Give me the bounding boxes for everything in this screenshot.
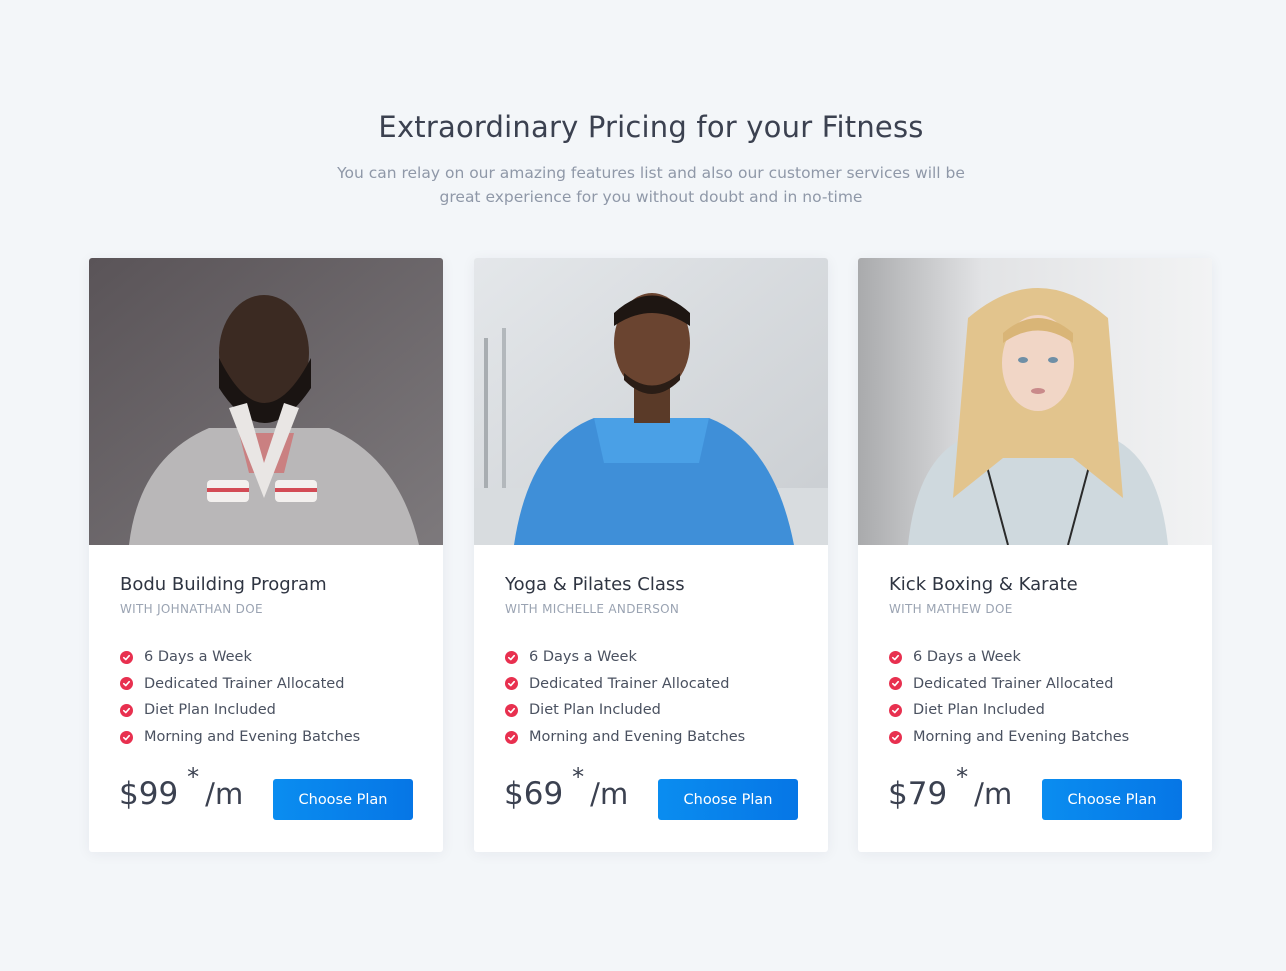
feature-list: 6 Days a Week Dedicated Trainer Allocate…	[505, 644, 745, 750]
feature-label: Morning and Evening Batches	[529, 729, 746, 746]
trainer-photo-image	[89, 258, 443, 545]
feature-item: Dedicated Trainer Allocated	[505, 671, 745, 698]
feature-label: Dedicated Trainer Allocated	[144, 675, 345, 692]
feature-item: 6 Days a Week	[889, 644, 1129, 671]
feature-label: 6 Days a Week	[913, 649, 1021, 666]
check-icon	[120, 650, 133, 664]
pricing-card-kick-boxing: Kick Boxing & Karate WITH MATHEW DOE 6 D…	[858, 258, 1212, 852]
plan-title: Yoga & Pilates Class	[505, 574, 685, 595]
price-period: /m	[974, 777, 1013, 811]
trainer-photo	[858, 258, 1212, 545]
price-amount: $79	[888, 776, 948, 812]
check-icon	[889, 703, 902, 717]
price-period: /m	[205, 777, 244, 811]
feature-list: 6 Days a Week Dedicated Trainer Allocate…	[120, 644, 360, 750]
section-title: Extraordinary Pricing for your Fitness	[378, 110, 924, 144]
check-icon	[505, 703, 518, 717]
feature-item: 6 Days a Week	[120, 644, 360, 671]
pricing-card-yoga-pilates: Yoga & Pilates Class WITH MICHELLE ANDER…	[474, 258, 828, 852]
check-icon	[120, 703, 133, 717]
feature-label: Diet Plan Included	[913, 702, 1045, 719]
price-asterisk: *	[187, 763, 200, 791]
feature-label: Dedicated Trainer Allocated	[529, 675, 730, 692]
price-amount: $69	[504, 776, 564, 812]
plan-trainer: WITH MATHEW DOE	[889, 602, 1013, 616]
choose-plan-button[interactable]: Choose Plan	[658, 779, 798, 820]
trainer-photo	[474, 258, 828, 545]
feature-label: Morning and Evening Batches	[144, 729, 361, 746]
price-asterisk: *	[956, 763, 969, 791]
check-icon	[505, 730, 518, 744]
feature-item: 6 Days a Week	[505, 644, 745, 671]
feature-label: 6 Days a Week	[144, 649, 252, 666]
pricing-section: Extraordinary Pricing for your Fitness Y…	[0, 0, 1286, 971]
feature-list: 6 Days a Week Dedicated Trainer Allocate…	[889, 644, 1129, 750]
plan-trainer: WITH MICHELLE ANDERSON	[505, 602, 680, 616]
feature-item: Morning and Evening Batches	[505, 724, 745, 751]
feature-label: Diet Plan Included	[529, 702, 661, 719]
trainer-photo-image	[858, 258, 1212, 545]
check-icon	[505, 650, 518, 664]
plan-price: $99 * /m	[119, 765, 244, 814]
check-icon	[505, 677, 518, 691]
choose-plan-button[interactable]: Choose Plan	[273, 779, 413, 820]
feature-item: Diet Plan Included	[505, 697, 745, 724]
feature-label: Dedicated Trainer Allocated	[913, 675, 1114, 692]
check-icon	[889, 677, 902, 691]
feature-label: Diet Plan Included	[144, 702, 276, 719]
price-amount: $99	[119, 776, 179, 812]
feature-item: Diet Plan Included	[120, 697, 360, 724]
check-icon	[120, 730, 133, 744]
plan-price: $69 * /m	[504, 765, 629, 814]
price-period: /m	[590, 777, 629, 811]
pricing-cards: Bodu Building Program WITH JOHNATHAN DOE…	[89, 258, 1213, 852]
feature-item: Morning and Evening Batches	[889, 724, 1129, 751]
plan-title: Kick Boxing & Karate	[889, 574, 1078, 595]
check-icon	[889, 730, 902, 744]
feature-item: Dedicated Trainer Allocated	[120, 671, 360, 698]
plan-price: $79 * /m	[888, 765, 1013, 814]
feature-item: Dedicated Trainer Allocated	[889, 671, 1129, 698]
plan-trainer: WITH JOHNATHAN DOE	[120, 602, 263, 616]
check-icon	[889, 650, 902, 664]
feature-label: Morning and Evening Batches	[913, 729, 1130, 746]
section-subtitle: You can relay on our amazing features li…	[337, 164, 965, 206]
price-asterisk: *	[572, 763, 585, 791]
plan-title: Bodu Building Program	[120, 574, 327, 595]
choose-plan-button[interactable]: Choose Plan	[1042, 779, 1182, 820]
feature-item: Morning and Evening Batches	[120, 724, 360, 751]
trainer-photo-image	[474, 258, 828, 545]
feature-label: 6 Days a Week	[529, 649, 637, 666]
feature-item: Diet Plan Included	[889, 697, 1129, 724]
pricing-card-body-building: Bodu Building Program WITH JOHNATHAN DOE…	[89, 258, 443, 852]
trainer-photo	[89, 258, 443, 545]
check-icon	[120, 677, 133, 691]
